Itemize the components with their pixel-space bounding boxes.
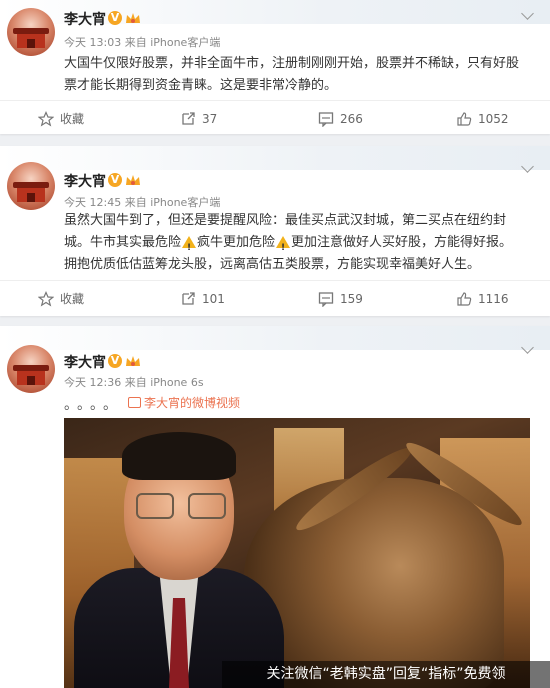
- crown-icon: [126, 175, 140, 185]
- watermark-banner: 关注微信“老韩实盘”回复“指标”免费领: [222, 661, 550, 688]
- like-count: 1052: [478, 112, 509, 126]
- action-bar: 收藏 37 266 1052: [0, 100, 550, 137]
- author-name[interactable]: 李大宵: [64, 9, 106, 29]
- video-icon: [128, 397, 141, 408]
- crown-icon: [126, 13, 140, 23]
- post-meta: 今天 12:45 来自 iPhone客户端: [64, 196, 221, 209]
- glasses: [136, 493, 174, 519]
- author-name[interactable]: 李大宵: [64, 171, 106, 191]
- repost-count: 37: [202, 112, 218, 126]
- v-badge-icon: V: [108, 354, 122, 368]
- weibo-post-2: 李大宵 V 今天 12:45 来自 iPhone客户端 虽然大国牛到了，但还是要…: [0, 146, 550, 316]
- fav-label: 收藏: [60, 112, 85, 126]
- video-link[interactable]: 李大宵的微博视频: [128, 394, 240, 411]
- weibo-post-1: 李大宵 V 今天 13:03 来自 iPhone客户端 大国牛仅限好股票，并非全…: [0, 0, 550, 134]
- avatar[interactable]: [7, 162, 55, 210]
- top-fade: [0, 326, 550, 350]
- avatar[interactable]: [7, 345, 55, 393]
- repost-icon: [182, 112, 195, 125]
- post-text: 虽然大国牛到了，但还是要提醒风险：最佳买点武汉封城，第二买点在纽约封 城。牛市其…: [64, 210, 534, 276]
- comment-icon: [318, 292, 334, 307]
- post-text: 大国牛仅限好股票，并非全面牛市，注册制刚刚开始，股票并不稀缺，只有好股 票才能长…: [64, 53, 534, 97]
- post-meta: 今天 13:03 来自 iPhone客户端: [64, 36, 221, 49]
- author-name[interactable]: 李大宵: [64, 352, 106, 372]
- fav-label: 收藏: [60, 292, 85, 306]
- repost-count: 101: [202, 292, 225, 306]
- post-text-line: 大国牛仅限好股票，并非全面牛市，注册制刚刚开始，股票并不稀缺，只有好股: [64, 56, 520, 71]
- top-fade: [0, 146, 550, 170]
- thumbs-up-icon: [457, 292, 472, 306]
- avatar[interactable]: [7, 8, 55, 56]
- person-hair: [122, 432, 236, 480]
- post-text: 。。。。: [64, 397, 123, 413]
- post-meta: 今天 12:36 来自 iPhone 6s: [64, 376, 204, 389]
- post-text-line: 票才能长期得到资金青睐。这是要非常冷静的。: [64, 78, 338, 93]
- post-text-line: 拥抱优质低估蓝筹龙头股，远离高估五类股票，方能实现幸福美好人生。: [64, 257, 481, 272]
- like-count: 1116: [478, 292, 509, 306]
- post-text-line: 虽然大国牛到了，但还是要提醒风险：最佳买点武汉封城，第二买点在纽约封: [64, 213, 507, 228]
- comment-count: 159: [340, 292, 363, 306]
- video-link-label: 李大宵的微博视频: [144, 396, 241, 410]
- comment-count: 266: [340, 112, 363, 126]
- crown-icon: [126, 356, 140, 366]
- star-icon: [38, 291, 54, 307]
- thumbs-up-icon: [457, 112, 472, 126]
- repost-icon: [182, 292, 195, 305]
- video-thumbnail[interactable]: [64, 418, 530, 688]
- post-text-line: 城。牛市其实最危险疯牛更加危险更加注意做好人买好股，方能得好报。: [64, 232, 534, 259]
- warning-icon: [276, 236, 291, 259]
- v-badge-icon: V: [108, 173, 122, 187]
- v-badge-icon: V: [108, 11, 122, 25]
- star-icon: [38, 111, 54, 127]
- comment-icon: [318, 112, 334, 127]
- glasses: [188, 493, 226, 519]
- action-bar: 收藏 101 159 1116: [0, 280, 550, 317]
- warning-icon: [182, 236, 197, 259]
